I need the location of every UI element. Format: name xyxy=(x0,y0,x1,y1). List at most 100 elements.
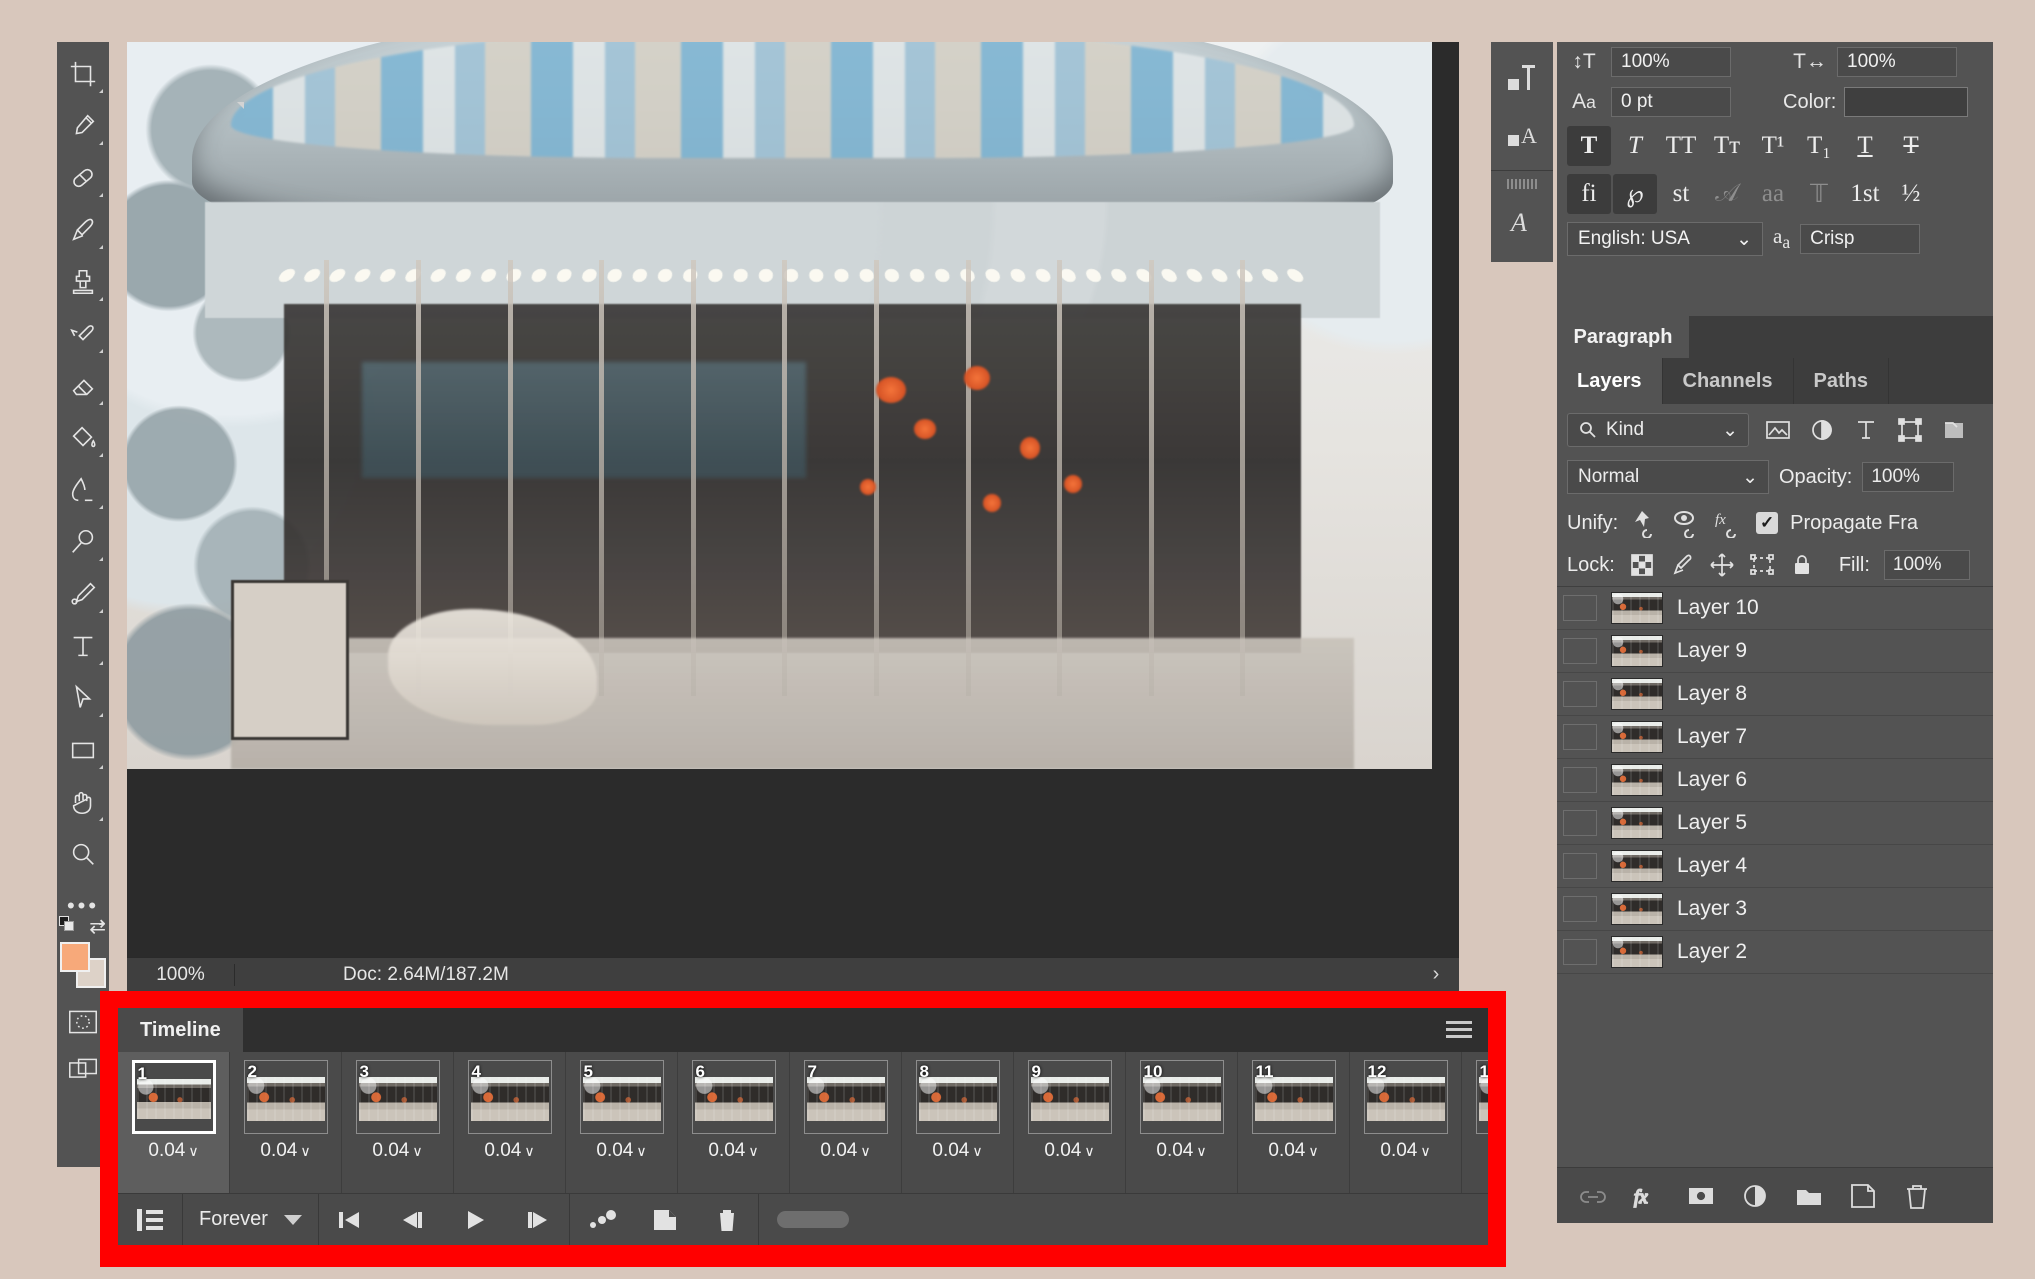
layer-row[interactable]: Layer 9 xyxy=(1557,630,1993,673)
paint-bucket-tool[interactable] xyxy=(60,412,106,464)
layer-thumbnail[interactable] xyxy=(1611,850,1663,882)
status-expand-arrow[interactable]: › xyxy=(1413,963,1459,986)
propagate-frames-checkbox[interactable]: ✓ xyxy=(1756,512,1779,534)
oldstyle-button[interactable]: aa xyxy=(1751,174,1795,214)
superscript-button[interactable]: T¹ xyxy=(1751,126,1795,166)
timeline-frame[interactable]: 12 0.04 ∨ xyxy=(1350,1052,1462,1193)
layer-visibility-toggle[interactable] xyxy=(1563,638,1597,664)
timeline-frame[interactable]: 10 0.04 ∨ xyxy=(1126,1052,1238,1193)
timeline-frames-list[interactable]: 1 0.04 ∨ 2 0.04 ∨ 3 0.04 ∨ 4 0.04 ∨ 5 0.04 ∨ 6 0.04 ∨ 7 0.0… xyxy=(118,1052,1488,1193)
layer-thumbnail[interactable] xyxy=(1611,721,1663,753)
lock-artboard-nesting-icon[interactable] xyxy=(1749,552,1775,578)
link-layers-icon[interactable] xyxy=(1571,1174,1615,1218)
small-caps-button[interactable]: Tᴛ xyxy=(1705,126,1749,166)
crop-tool[interactable] xyxy=(60,48,106,100)
select-first-frame-button[interactable] xyxy=(319,1194,381,1245)
frame-thumbnail[interactable]: 8 xyxy=(915,1060,1000,1134)
blend-mode-select[interactable]: Normal ⌄ xyxy=(1567,460,1769,494)
swash-button[interactable]: 𝒜 xyxy=(1705,174,1749,214)
timeline-frame[interactable]: 11 0.04 ∨ xyxy=(1238,1052,1350,1193)
strikethrough-button[interactable]: T xyxy=(1889,126,1933,166)
unify-layer-style-icon[interactable]: fx xyxy=(1714,508,1744,538)
tab-layers[interactable]: Layers xyxy=(1557,358,1663,404)
select-previous-frame-button[interactable] xyxy=(381,1194,443,1245)
frame-delay-select[interactable]: 0.04 ∨ xyxy=(932,1140,982,1162)
layer-row[interactable]: Layer 10 xyxy=(1557,587,1993,630)
frame-delay-select[interactable]: 0.04 ∨ xyxy=(260,1140,310,1162)
frame-delay-select[interactable]: 0.04 ∨ xyxy=(1268,1140,1318,1162)
lock-transparent-pixels-icon[interactable] xyxy=(1629,552,1655,578)
filter-shape-layers-icon[interactable] xyxy=(1895,415,1925,445)
frame-delay-select[interactable]: 0.04 ∨ xyxy=(1156,1140,1206,1162)
frame-delay-select[interactable]: 0.04 ∨ xyxy=(1380,1140,1430,1162)
healing-brush-tool[interactable] xyxy=(60,152,106,204)
baseline-shift-field[interactable]: 0 pt xyxy=(1611,87,1731,117)
fill-value[interactable]: 100% xyxy=(1883,550,1970,580)
timeline-frame[interactable]: 6 0.04 ∨ xyxy=(678,1052,790,1193)
frame-thumbnail[interactable]: 1 xyxy=(131,1060,216,1134)
timeline-frame[interactable]: 5 0.04 ∨ xyxy=(566,1052,678,1193)
tab-timeline[interactable]: Timeline xyxy=(118,1008,243,1052)
frame-thumbnail[interactable]: 6 xyxy=(691,1060,776,1134)
layer-visibility-toggle[interactable] xyxy=(1563,595,1597,621)
standard-ligatures-button[interactable]: fi xyxy=(1567,174,1611,214)
document-canvas[interactable] xyxy=(127,42,1459,957)
layer-style-fx-icon[interactable]: fx xyxy=(1625,1174,1669,1218)
faux-italic-button[interactable]: T xyxy=(1613,126,1657,166)
frame-thumbnail[interactable]: 9 xyxy=(1027,1060,1112,1134)
layer-visibility-toggle[interactable] xyxy=(1563,939,1597,965)
filter-kind-select[interactable]: Kind ⌄ xyxy=(1567,413,1749,447)
character-styles-icon[interactable]: A xyxy=(1491,106,1553,162)
frame-delay-select[interactable]: 0.04 ∨ xyxy=(148,1140,198,1162)
frame-delay-select[interactable]: 0.04 ∨ xyxy=(820,1140,870,1162)
timeline-frame[interactable]: 7 0.04 ∨ xyxy=(790,1052,902,1193)
rectangle-tool[interactable] xyxy=(60,724,106,776)
layer-row[interactable]: Layer 7 xyxy=(1557,716,1993,759)
layer-thumbnail[interactable] xyxy=(1611,936,1663,968)
type-tool[interactable] xyxy=(60,620,106,672)
frame-thumbnail[interactable]: 13 xyxy=(1475,1060,1488,1134)
subscript-button[interactable]: T₁ xyxy=(1797,126,1841,166)
unify-layer-visibility-icon[interactable] xyxy=(1672,508,1702,538)
unify-layer-position-icon[interactable] xyxy=(1630,508,1660,538)
timeline-frame[interactable]: 9 0.04 ∨ xyxy=(1014,1052,1126,1193)
convert-to-video-timeline-button[interactable] xyxy=(118,1194,182,1245)
titling-alternates-button[interactable]: 𝕋 xyxy=(1797,174,1841,214)
layer-row[interactable]: Layer 2 xyxy=(1557,931,1993,974)
layer-visibility-toggle[interactable] xyxy=(1563,853,1597,879)
zoom-level[interactable]: 100% xyxy=(127,963,235,986)
glyphs-icon[interactable]: A xyxy=(1491,193,1553,249)
delete-frames-button[interactable] xyxy=(696,1194,758,1245)
swap-colors-icon[interactable]: ⇄ xyxy=(89,914,106,939)
duplicate-frames-button[interactable] xyxy=(634,1194,696,1245)
layer-row[interactable]: Layer 3 xyxy=(1557,888,1993,931)
filter-type-layers-icon[interactable] xyxy=(1851,415,1881,445)
filter-pixel-layers-icon[interactable] xyxy=(1763,415,1793,445)
frame-thumbnail[interactable]: 4 xyxy=(467,1060,552,1134)
new-layer-icon[interactable] xyxy=(1841,1174,1885,1218)
layer-visibility-toggle[interactable] xyxy=(1563,681,1597,707)
discretionary-ligatures-button[interactable]: st xyxy=(1659,174,1703,214)
vertical-scale-field[interactable]: 100% xyxy=(1611,47,1731,77)
zoom-tool[interactable] xyxy=(60,828,106,880)
anti-alias-select[interactable]: Crisp xyxy=(1800,224,1921,254)
timeline-frame[interactable]: 4 0.04 ∨ xyxy=(454,1052,566,1193)
scrollbar-thumb[interactable] xyxy=(776,1211,849,1228)
tween-frames-button[interactable] xyxy=(570,1194,634,1245)
dock-grip[interactable] xyxy=(1491,171,1553,193)
clone-stamp-tool[interactable] xyxy=(60,256,106,308)
lock-all-icon[interactable] xyxy=(1789,552,1815,578)
frame-delay-select[interactable]: 0.04 ∨ xyxy=(372,1140,422,1162)
history-brush-tool[interactable] xyxy=(60,308,106,360)
faux-bold-button[interactable]: T xyxy=(1567,126,1611,166)
frame-delay-select[interactable]: 0.04 ∨ xyxy=(596,1140,646,1162)
frame-delay-select[interactable]: 0.04 ∨ xyxy=(1044,1140,1094,1162)
brush-tool[interactable] xyxy=(60,204,106,256)
hand-tool[interactable] xyxy=(60,776,106,828)
foreground-color-swatch[interactable] xyxy=(60,942,90,972)
language-select[interactable]: English: USA ⌄ xyxy=(1567,222,1763,256)
layer-thumbnail[interactable] xyxy=(1611,764,1663,796)
play-animation-button[interactable] xyxy=(443,1194,507,1245)
eyedropper-tool[interactable] xyxy=(60,100,106,152)
horizontal-scale-field[interactable]: 100% xyxy=(1837,47,1957,77)
